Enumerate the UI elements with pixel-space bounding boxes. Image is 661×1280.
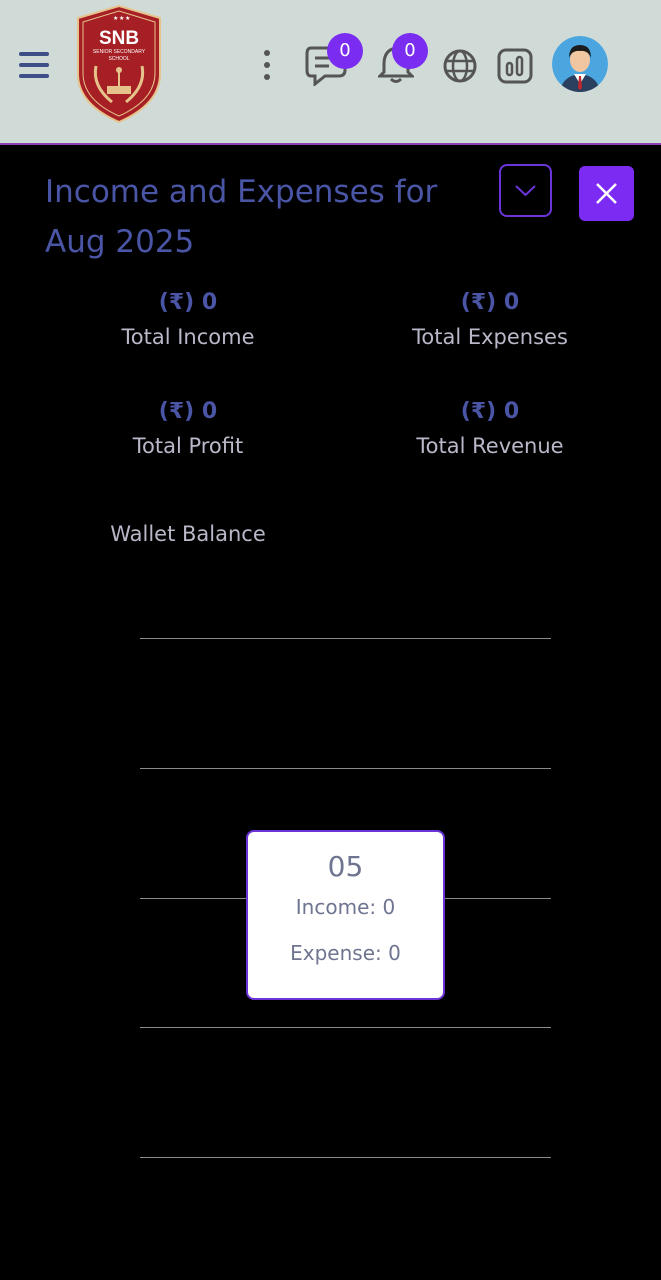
chart-tooltip: 05 Income: 0 Expense: 0 xyxy=(246,830,445,1000)
stat-value: (₹) 0 xyxy=(460,290,520,315)
stat-value: (₹) 0 xyxy=(158,290,218,315)
chevron-down-icon xyxy=(515,185,536,197)
language-button[interactable] xyxy=(442,48,478,84)
svg-text:SENIOR SECONDARY: SENIOR SECONDARY xyxy=(93,49,146,55)
tooltip-income: Income: 0 xyxy=(295,895,396,919)
stat-total-revenue: (₹) 0 Total Revenue xyxy=(360,399,620,458)
svg-text:★: ★ xyxy=(113,15,118,22)
stat-value: (₹) 0 xyxy=(460,399,520,424)
collapse-button[interactable] xyxy=(499,164,552,217)
svg-text:★: ★ xyxy=(119,15,124,22)
svg-text:SNB: SNB xyxy=(99,28,139,49)
stat-total-profit: (₹) 0 Total Profit xyxy=(58,399,318,458)
bar-chart-icon xyxy=(497,48,533,84)
stat-label: Total Income xyxy=(121,325,255,349)
tooltip-expense: Expense: 0 xyxy=(290,941,401,965)
school-logo: ★ ★ ★ SNB SENIOR SECONDARY SCHOOL xyxy=(77,4,161,124)
stats-button[interactable] xyxy=(497,48,533,84)
close-icon xyxy=(596,183,617,204)
close-button[interactable] xyxy=(579,166,634,221)
top-bar: ★ ★ ★ SNB SENIOR SECONDARY SCHOOL 0 0 xyxy=(0,0,661,145)
chart-gridline xyxy=(140,1157,551,1158)
chart-gridline xyxy=(140,638,551,639)
stat-label: Total Profit xyxy=(132,434,244,458)
globe-icon xyxy=(443,49,477,83)
tooltip-day: 05 xyxy=(327,850,364,883)
user-avatar-icon xyxy=(552,36,608,92)
stat-total-expenses: (₹) 0 Total Expenses xyxy=(360,290,620,349)
page-title: Income and Expenses for Aug 2025 xyxy=(45,174,438,260)
stat-value: (₹) 0 xyxy=(158,399,218,424)
menu-icon[interactable] xyxy=(19,52,49,78)
messages-badge: 0 xyxy=(327,33,363,69)
svg-text:SCHOOL: SCHOOL xyxy=(108,56,129,62)
avatar[interactable] xyxy=(552,36,608,92)
stat-total-income: (₹) 0 Total Income xyxy=(58,290,318,349)
more-options-icon[interactable] xyxy=(262,50,272,80)
notifications-badge: 0 xyxy=(392,33,428,69)
stat-label: Total Revenue xyxy=(416,434,564,458)
svg-text:★: ★ xyxy=(125,15,130,22)
chart-gridline xyxy=(140,768,551,769)
chart-gridline xyxy=(140,1027,551,1028)
stat-label: Total Expenses xyxy=(412,325,568,349)
wallet-balance-label: Wallet Balance xyxy=(110,522,266,546)
